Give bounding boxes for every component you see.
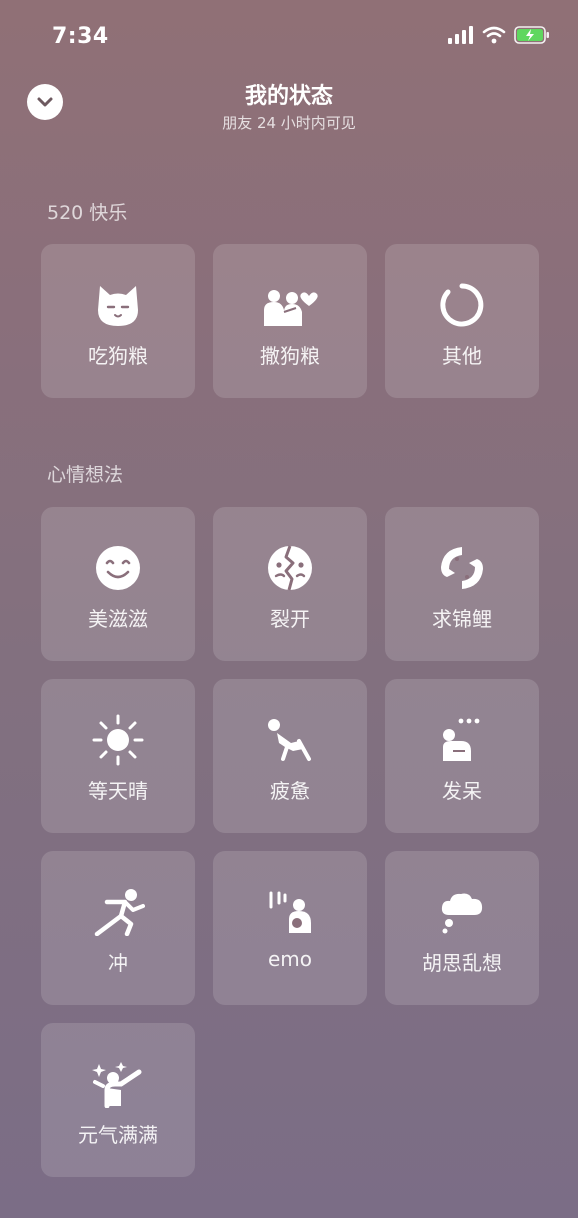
status-label: 吃狗粮 [88,344,148,368]
wifi-icon [482,26,506,44]
status-tile-sa-gou-liang[interactable]: 撒狗粮 [213,244,367,398]
status-label: 撒狗粮 [260,344,320,368]
running-person-icon [94,889,145,936]
status-tile-deng-tian-qing[interactable]: 等天晴 [41,679,195,833]
status-label: 求锦鲤 [432,607,492,631]
cat-face-icon [98,286,138,326]
emo-person-icon [269,891,311,933]
status-label: 元气满满 [78,1123,158,1147]
status-label: 等天晴 [88,779,148,803]
status-tile-chi-gou-liang[interactable]: 吃狗粮 [41,244,195,398]
status-icons [448,26,550,44]
circle-icon [440,283,484,327]
status-label: 发呆 [442,779,482,803]
status-tile-lie-kai[interactable]: 裂开 [213,507,367,661]
status-tile-yuan-qi-man-man[interactable]: 元气满满 [41,1023,195,1177]
status-tile-qi-ta[interactable]: 其他 [385,244,539,398]
daze-person-icon [443,718,480,761]
status-label: 其他 [442,344,482,368]
smile-icon [96,546,140,590]
status-bar: 7:34 [0,0,578,70]
tired-person-icon [268,719,311,761]
section-title-mood: 心情想法 [47,464,124,486]
signal-icon [448,26,473,44]
status-time: 7:34 [52,24,109,49]
status-label: 裂开 [270,607,310,631]
status-tile-emo[interactable]: emo [213,851,367,1005]
status-tile-mei-zi-zi[interactable]: 美滋滋 [41,507,195,661]
koi-fish-icon [441,547,483,589]
cracked-face-icon [268,545,312,591]
page-subtitle: 朋友 24 小时内可见 [222,114,356,132]
battery-charging-icon [514,26,549,44]
status-label: 美滋滋 [88,607,148,631]
status-tile-qiu-jin-li[interactable]: 求锦鲤 [385,507,539,661]
sun-icon [92,714,144,766]
status-label: 胡思乱想 [422,951,502,975]
status-label: 冲 [108,951,128,975]
energetic-person-icon [92,1062,142,1108]
status-label: emo [267,947,313,971]
couple-heart-icon [264,290,318,326]
status-tile-hu-si-luan-xiang[interactable]: 胡思乱想 [385,851,539,1005]
status-label: 疲惫 [270,779,310,803]
status-tile-pi-bei[interactable]: 疲惫 [213,679,367,833]
thought-cloud-icon [441,893,483,934]
status-tile-fa-dai[interactable]: 发呆 [385,679,539,833]
section-title-520: 520 快乐 [47,202,128,224]
page-title: 我的状态 [244,84,333,109]
status-tile-chong[interactable]: 冲 [41,851,195,1005]
header: 我的状态 朋友 24 小时内可见 [0,70,578,150]
